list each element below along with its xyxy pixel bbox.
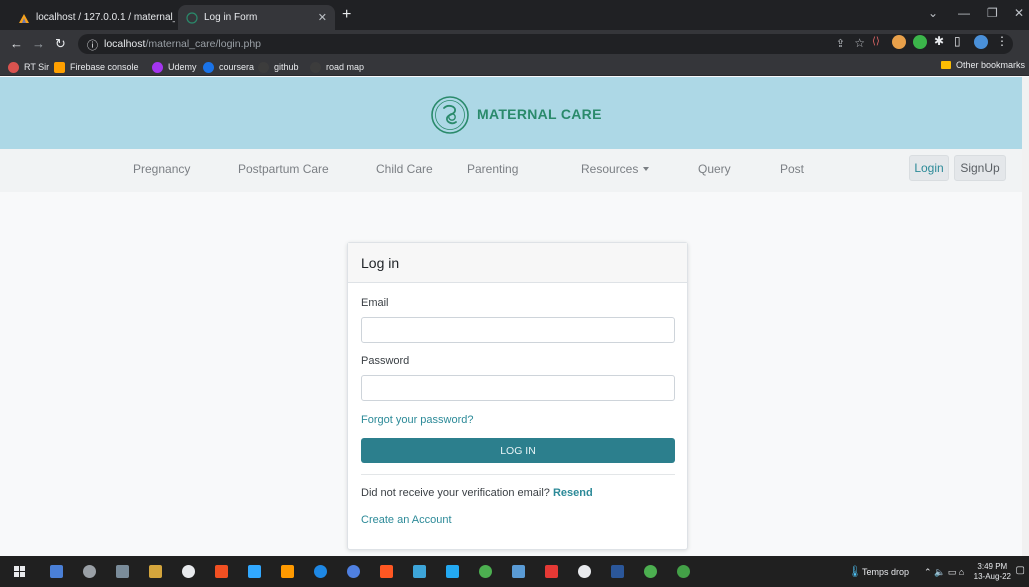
tab-title: localhost / 127.0.0.1 / maternal_c [36, 12, 175, 23]
app-icon[interactable] [116, 565, 129, 578]
settings-gear-icon[interactable] [83, 565, 96, 578]
login-card-title: Log in [361, 255, 400, 271]
login-submit-button[interactable]: LOG IN [361, 438, 675, 463]
bookmark-coursera[interactable]: coursera [203, 60, 254, 74]
tab-phpmyadmin[interactable]: localhost / 127.0.0.1 / maternal_c ✕ [10, 5, 175, 30]
notifications-icon[interactable]: ▢ [1016, 565, 1025, 576]
acrobat-icon[interactable] [545, 565, 558, 578]
side-panel-icon[interactable]: ▯ [954, 34, 968, 48]
login-card-header: Log in [348, 243, 687, 283]
resend-link[interactable]: Resend [553, 487, 593, 499]
site-header: MATERNAL CARE [0, 77, 1022, 149]
password-label: Password [361, 355, 410, 367]
bookmark-rt-sir[interactable]: RT Sir [8, 60, 49, 74]
firebase-icon [54, 61, 65, 73]
site-info-icon[interactable]: ⓘ [87, 37, 98, 53]
divider [361, 474, 675, 475]
nav-child-care[interactable]: Child Care [376, 162, 433, 176]
signup-nav-button[interactable]: SignUp [954, 155, 1006, 181]
app-icon[interactable] [314, 565, 327, 578]
github-icon [258, 61, 269, 73]
window-close-icon[interactable]: ✕ [1014, 6, 1024, 20]
word-icon[interactable] [611, 565, 624, 578]
bookmark-road-map[interactable]: road map [310, 60, 364, 74]
new-tab-button[interactable]: + [342, 6, 351, 24]
road-map-icon [310, 61, 321, 73]
verification-prompt: Did not receive your verification email?… [361, 487, 593, 499]
main-navbar: Pregnancy Postpartum Care Child Care Par… [0, 149, 1022, 192]
nav-query[interactable]: Query [698, 162, 731, 176]
page-viewport: MATERNAL CARE Pregnancy Postpartum Care … [0, 77, 1022, 556]
browser-tab-bar: localhost / 127.0.0.1 / maternal_c ✕ Log… [0, 0, 1029, 30]
app-icon[interactable] [380, 565, 393, 578]
bookmark-github[interactable]: github [258, 60, 299, 74]
folder-icon [940, 61, 951, 69]
task-view-icon[interactable] [50, 565, 63, 578]
tab-title: Log in Form [204, 12, 258, 23]
system-tray-icons[interactable]: ⌃ 🔈 ▭ ⌂ [924, 567, 964, 578]
clock[interactable]: 3:49 PM 13-Aug-22 [974, 562, 1011, 582]
phpmyadmin-icon [19, 13, 29, 23]
nav-pregnancy[interactable]: Pregnancy [133, 162, 190, 176]
url-text: localhost/maternal_care/login.php [104, 38, 262, 50]
nav-resources-dropdown[interactable]: Resources [581, 162, 650, 176]
nav-postpartum-care[interactable]: Postpartum Care [238, 162, 329, 176]
vscode-icon[interactable] [446, 565, 459, 578]
other-bookmarks[interactable]: Other bookmarks [940, 60, 1025, 70]
caret-down-icon [643, 167, 650, 171]
nav-parenting[interactable]: Parenting [467, 162, 518, 176]
weather-icon[interactable]: 🌡 [848, 565, 862, 578]
close-icon[interactable]: ✕ [312, 11, 327, 24]
rt-sir-icon [8, 61, 19, 73]
microsoft-store-icon[interactable] [215, 565, 228, 578]
forgot-password-link[interactable]: Forgot your password? [361, 414, 474, 426]
chrome-icon[interactable] [644, 565, 657, 578]
app-icon[interactable] [182, 565, 195, 578]
extension-compass-icon[interactable] [892, 35, 906, 49]
app-icon[interactable] [578, 565, 591, 578]
bookmarks-bar: RT Sir Firebase console Udemy coursera g… [0, 58, 1029, 76]
nav-post[interactable]: Post [780, 162, 804, 176]
email-label: Email [361, 297, 389, 309]
scrollbar[interactable] [1022, 77, 1029, 556]
brand-name[interactable]: MATERNAL CARE [477, 106, 602, 122]
site-favicon-icon [186, 11, 198, 24]
maximize-icon[interactable]: ❐ [987, 6, 998, 20]
app-icon[interactable] [347, 565, 360, 578]
chrome-icon[interactable] [479, 565, 492, 578]
maternal-care-logo-icon[interactable] [430, 95, 470, 135]
photoshop-icon[interactable] [248, 565, 261, 578]
extensions-puzzle-icon[interactable]: ✱ [934, 34, 948, 48]
bookmark-star-icon[interactable]: ☆ [854, 36, 865, 50]
bookmark-firebase[interactable]: Firebase console [54, 60, 139, 74]
extension-tree-icon[interactable] [913, 35, 927, 49]
login-card: Log in Email Password Forgot your passwo… [347, 242, 688, 550]
chrome-icon[interactable] [677, 565, 690, 578]
password-field[interactable] [361, 375, 675, 401]
minimize-icon[interactable]: — [958, 6, 970, 20]
email-field[interactable] [361, 317, 675, 343]
bookmark-udemy[interactable]: Udemy [152, 60, 197, 74]
reload-icon[interactable]: ↻ [55, 36, 66, 52]
create-account-link[interactable]: Create an Account [361, 514, 452, 526]
tab-login-form[interactable]: Log in Form ✕ [178, 5, 335, 30]
profile-avatar[interactable] [974, 35, 988, 49]
coursera-icon [203, 61, 214, 73]
tab-search-icon[interactable]: ⌄ [928, 6, 938, 20]
weather-text[interactable]: Temps drop [862, 567, 909, 577]
back-icon[interactable]: ← [10, 36, 23, 51]
windows-taskbar: 🌡 Temps drop ⌃ 🔈 ▭ ⌂ 3:49 PM 13-Aug-22 ▢ [0, 556, 1029, 587]
app-icon[interactable] [149, 565, 162, 578]
illustrator-icon[interactable] [281, 565, 294, 578]
app-icon[interactable] [512, 565, 525, 578]
menu-kebab-icon[interactable]: ⋮ [996, 34, 1010, 48]
file-explorer-icon[interactable] [413, 565, 426, 578]
udemy-icon [152, 61, 163, 73]
windows-start-icon[interactable] [14, 566, 25, 577]
extension-code-icon[interactable]: ⟨⟩ [872, 36, 886, 50]
forward-icon[interactable]: → [32, 36, 45, 51]
login-nav-button[interactable]: Login [909, 155, 949, 181]
share-icon[interactable]: ⇪ [836, 37, 845, 50]
